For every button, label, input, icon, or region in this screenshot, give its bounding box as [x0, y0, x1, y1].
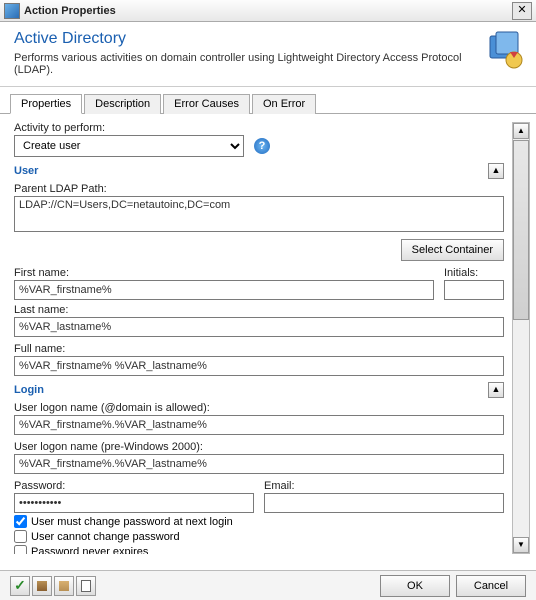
help-icon[interactable]: ? [254, 138, 270, 154]
logon-label: User logon name (@domain is allowed): [14, 402, 504, 414]
initials-input[interactable] [444, 280, 504, 300]
activity-label: Activity to perform: [14, 122, 504, 134]
vertical-scrollbar[interactable]: ▲ ▼ [512, 122, 530, 554]
full-name-label: Full name: [14, 343, 504, 355]
scroll-down-icon[interactable]: ▼ [513, 537, 529, 553]
logon2k-label: User logon name (pre-Windows 2000): [14, 441, 504, 453]
app-icon [4, 3, 20, 19]
tab-description[interactable]: Description [84, 94, 161, 114]
chk-never-expires-label: Password never expires [31, 546, 148, 555]
chk-cannot-change[interactable] [14, 530, 27, 543]
tab-strip: Properties Description Error Causes On E… [0, 87, 536, 114]
toolbar-icon-1[interactable] [32, 576, 52, 596]
tab-on-error[interactable]: On Error [252, 94, 316, 114]
tab-properties[interactable]: Properties [10, 94, 82, 114]
email-label: Email: [264, 480, 504, 492]
chk-must-change-label: User must change password at next login [31, 516, 233, 528]
user-section-title: User [14, 165, 38, 177]
validate-icon[interactable]: ✓ [10, 576, 30, 596]
chk-must-change[interactable] [14, 515, 27, 528]
login-section-title: Login [14, 384, 44, 396]
header: Active Directory Performs various activi… [0, 22, 536, 87]
collapse-user-icon[interactable]: ▲ [488, 163, 504, 179]
first-name-label: First name: [14, 267, 434, 279]
select-container-button[interactable]: Select Container [401, 239, 504, 261]
active-directory-icon [484, 30, 524, 70]
initials-label: Initials: [444, 267, 504, 279]
logon2k-input[interactable] [14, 454, 504, 474]
first-name-input[interactable] [14, 280, 434, 300]
full-name-input[interactable] [14, 356, 504, 376]
page-title: Active Directory [14, 30, 484, 48]
page-subtitle: Performs various activities on domain co… [14, 52, 484, 76]
tab-error-causes[interactable]: Error Causes [163, 94, 250, 114]
collapse-login-icon[interactable]: ▲ [488, 382, 504, 398]
activity-select[interactable]: Create user [14, 135, 244, 157]
ok-button[interactable]: OK [380, 575, 450, 597]
title-bar: Action Properties ✕ [0, 0, 536, 22]
chk-never-expires[interactable] [14, 545, 27, 554]
parent-path-input[interactable]: LDAP://CN=Users,DC=netautoinc,DC=com [14, 196, 504, 232]
window-title: Action Properties [24, 5, 512, 17]
last-name-input[interactable] [14, 317, 504, 337]
last-name-label: Last name: [14, 304, 504, 316]
close-button[interactable]: ✕ [512, 2, 532, 20]
scroll-up-icon[interactable]: ▲ [513, 123, 529, 139]
footer: ✓ OK Cancel [0, 570, 536, 600]
user-section: User ▲ Parent LDAP Path: LDAP://CN=Users… [14, 163, 504, 376]
cancel-button[interactable]: Cancel [456, 575, 526, 597]
scroll-thumb[interactable] [513, 140, 529, 320]
login-section: Login ▲ User logon name (@domain is allo… [14, 382, 504, 554]
password-input[interactable] [14, 493, 254, 513]
logon-input[interactable] [14, 415, 504, 435]
password-label: Password: [14, 480, 254, 492]
chk-cannot-change-label: User cannot change password [31, 531, 180, 543]
new-doc-icon[interactable] [76, 576, 96, 596]
parent-path-label: Parent LDAP Path: [14, 183, 504, 195]
toolbar-icon-2[interactable] [54, 576, 74, 596]
email-input[interactable] [264, 493, 504, 513]
